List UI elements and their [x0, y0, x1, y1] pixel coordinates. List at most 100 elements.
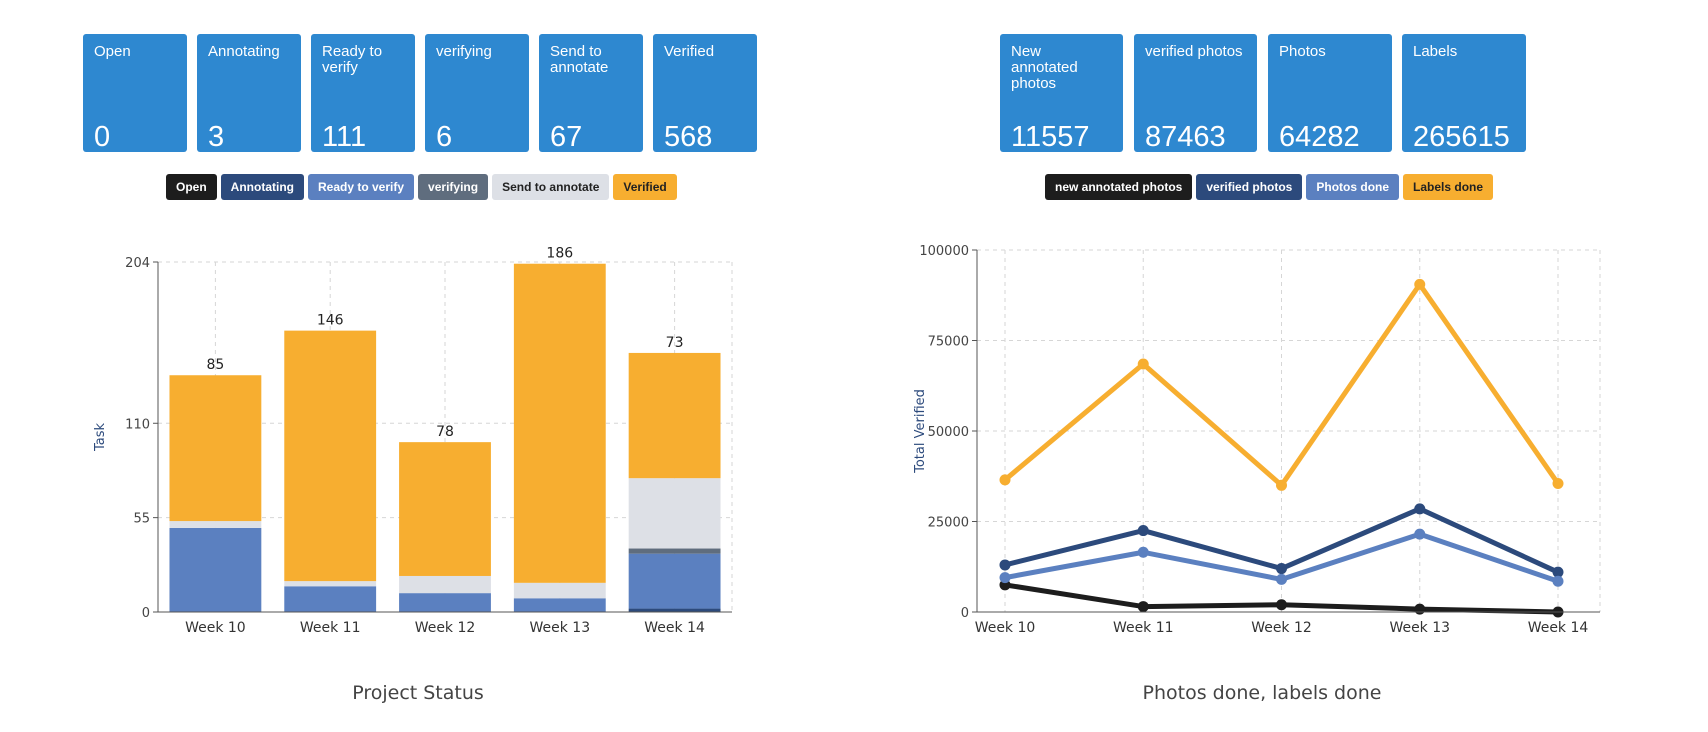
legend-photos-done[interactable]: Photos done [1306, 174, 1400, 200]
legend-labels-done[interactable]: Labels done [1403, 174, 1494, 200]
stat-card-value: 87463 [1145, 121, 1226, 153]
stat-card-label: Open [94, 43, 131, 60]
y-tick-label: 25000 [928, 516, 969, 531]
data-point-photos-done [1552, 575, 1564, 587]
right-legend: new annotated photos verified photos Pho… [1045, 174, 1494, 200]
data-point-new-annotated-photos [1414, 603, 1426, 615]
bar-segment-verified [513, 263, 606, 583]
data-point-photos-done [1414, 528, 1426, 540]
legend-send-to-annotate[interactable]: Send to annotate [492, 174, 610, 200]
bar-segment-send-to-annotate [284, 581, 377, 587]
x-tick-label: Week 13 [1389, 620, 1450, 636]
y-tick-label: 110 [125, 417, 150, 432]
bar-segment-ready-to-verify [628, 553, 721, 609]
stat-card-value: 568 [664, 121, 713, 153]
bar-segment-send-to-annotate [513, 582, 606, 599]
bar-segment-verified [628, 352, 721, 479]
stat-card-value: 265615 [1413, 121, 1510, 153]
stat-card-value: 0 [94, 121, 111, 153]
bar-total-label: 146 [317, 313, 344, 329]
stat-card-open[interactable]: Open 0 [83, 34, 187, 152]
left-legend: Open Annotating Ready to verify verifyin… [166, 174, 677, 200]
x-tick-label: Week 11 [1113, 620, 1174, 636]
stat-card-verified-photos[interactable]: verified photos 87463 [1134, 34, 1257, 152]
bar-total-label: 78 [436, 424, 454, 440]
data-point-labels-done [1137, 358, 1149, 370]
bar-total-label: 73 [666, 335, 684, 351]
y-tick-label: 0 [142, 606, 150, 621]
right-chart-caption: Photos done, labels done [1142, 682, 1382, 704]
stat-card-value: 6 [436, 121, 453, 153]
data-point-verified-photos [1276, 563, 1287, 575]
stat-card-label: Labels [1413, 43, 1458, 60]
data-point-labels-done [1552, 477, 1564, 489]
stat-card-value: 111 [322, 121, 367, 153]
x-tick-label: Week 12 [415, 620, 476, 636]
stat-card-label: Ready to verify [322, 43, 383, 76]
data-point-photos-done [1276, 573, 1287, 585]
x-tick-label: Week 11 [300, 620, 361, 636]
bar-segment-verified [169, 375, 262, 522]
bar-segment-verified [284, 330, 377, 582]
stat-card-label: Send to annotate [550, 43, 609, 76]
legend-verifying[interactable]: verifying [418, 174, 489, 200]
y-tick-label: 75000 [928, 335, 969, 350]
left-chart-caption: Project Status [352, 682, 484, 704]
data-point-labels-done [999, 474, 1011, 486]
stat-card-value: 3 [208, 121, 225, 153]
data-point-labels-done [1276, 479, 1287, 491]
bar-segment-ready-to-verify [169, 527, 262, 612]
stat-card-label: Verified [664, 43, 715, 60]
bar-segment-verifying [628, 548, 721, 554]
x-tick-label: Week 13 [529, 620, 590, 636]
stat-card-labels[interactable]: Labels 265615 [1402, 34, 1526, 152]
bar-segment-ready-to-verify [284, 586, 377, 612]
project-status-bar-chart: 0 55 110 204 85 Week 10 146 Week 11 78 Week 12 186… [93, 246, 733, 636]
bar-segment-send-to-annotate [628, 478, 721, 549]
x-tick-label: Week 14 [1528, 620, 1589, 636]
photos-labels-line-chart: 0 25000 50000 75000 100000 Week 10 Week 11 Week… [913, 244, 1601, 636]
x-tick-label: Week 10 [185, 620, 246, 636]
x-tick-label: Week 10 [975, 620, 1036, 636]
data-point-verified-photos [1137, 525, 1149, 537]
legend-verified-photos[interactable]: verified photos [1196, 174, 1303, 200]
bar-segment-verified [399, 442, 491, 576]
y-axis-label: Task [93, 423, 108, 453]
bar-segment-ready-to-verify [513, 598, 606, 612]
stat-card-annotating[interactable]: Annotating 3 [197, 34, 301, 152]
stat-card-label: verifying [436, 43, 492, 60]
y-tick-label: 55 [133, 512, 150, 527]
stat-card-label: New annotated photos [1011, 43, 1078, 92]
legend-new-annotated-photos[interactable]: new annotated photos [1045, 174, 1193, 200]
y-tick-label: 0 [961, 606, 969, 621]
legend-ready-to-verify[interactable]: Ready to verify [308, 174, 415, 200]
legend-verified[interactable]: Verified [613, 174, 677, 200]
stat-card-verified[interactable]: Verified 568 [653, 34, 757, 152]
stat-card-value: 64282 [1279, 121, 1360, 153]
x-tick-label: Week 14 [644, 620, 705, 636]
data-point-new-annotated-photos [1276, 599, 1287, 611]
y-tick-label: 204 [125, 256, 150, 271]
stat-card-photos[interactable]: Photos 64282 [1268, 34, 1392, 152]
stat-card-label: verified photos [1145, 43, 1243, 60]
stat-card-label: Photos [1279, 43, 1326, 60]
y-axis-label: Total Verified [913, 389, 928, 474]
data-point-photos-done [999, 572, 1011, 584]
y-tick-label: 100000 [919, 244, 969, 259]
bar-segment-send-to-annotate [169, 521, 262, 528]
stat-card-send-to-annotate[interactable]: Send to annotate 67 [539, 34, 643, 152]
legend-open[interactable]: Open [166, 174, 217, 200]
bar-segment-annotating [628, 608, 721, 612]
stat-card-ready-to-verify[interactable]: Ready to verify 111 [311, 34, 415, 152]
data-point-verified-photos [1414, 503, 1426, 515]
stat-card-verifying[interactable]: verifying 6 [425, 34, 529, 152]
stat-card-new-annotated-photos[interactable]: New annotated photos 11557 [1000, 34, 1123, 152]
stat-card-value: 11557 [1011, 121, 1090, 153]
y-tick-label: 50000 [928, 425, 969, 440]
bar-segment-ready-to-verify [399, 593, 491, 612]
data-point-labels-done [1414, 278, 1426, 290]
legend-annotating[interactable]: Annotating [220, 174, 304, 200]
stat-card-label: Annotating [208, 43, 280, 60]
bar-total-label: 186 [546, 246, 573, 262]
stat-card-value: 67 [550, 121, 583, 153]
